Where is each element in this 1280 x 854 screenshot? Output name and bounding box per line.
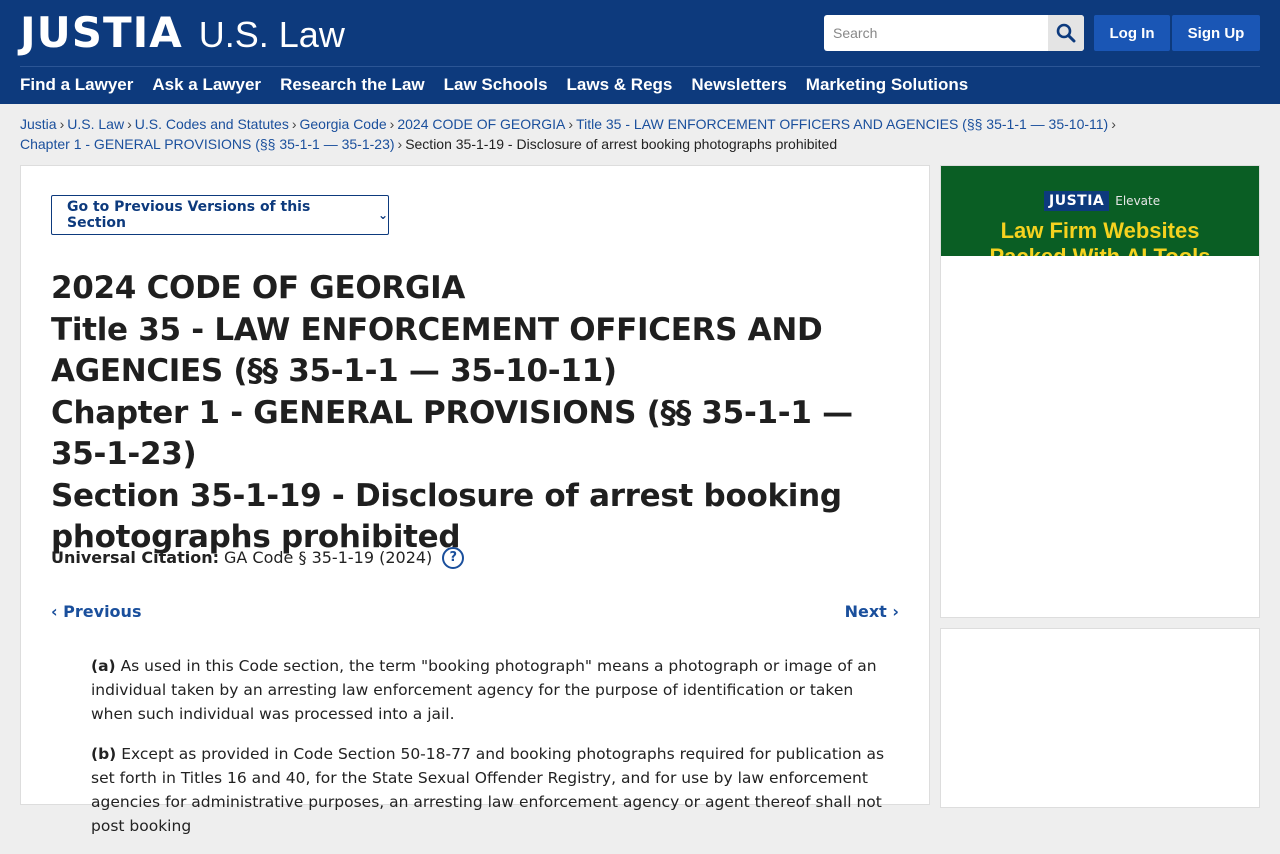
breadcrumb-separator: › <box>127 116 132 132</box>
chevron-right-icon: › <box>892 602 899 621</box>
breadcrumb-link[interactable]: Georgia Code <box>300 116 387 132</box>
help-icon[interactable]: ? <box>442 547 465 569</box>
breadcrumb-separator: › <box>389 116 395 132</box>
breadcrumb-separator: › <box>568 116 574 132</box>
nav-research-the-law[interactable]: Research the Law <box>280 75 425 95</box>
ad-banner[interactable]: JUSTIA Elevate Law Firm Websites Packed … <box>941 166 1259 256</box>
search-box <box>824 15 1084 51</box>
ad-brand-sub: Elevate <box>1115 194 1161 208</box>
ad-subheadline: Packed With AI Tools <box>941 244 1259 256</box>
nav-law-schools[interactable]: Law Schools <box>444 75 548 95</box>
previous-versions-label: Go to Previous Versions of this Section <box>67 199 311 231</box>
search-input[interactable] <box>824 15 1048 51</box>
title-chapter: Chapter 1 - GENERAL PROVISIONS (§§ 35-1-… <box>51 394 853 473</box>
paragraph-label: (b) <box>91 745 117 763</box>
citation-label: Universal Citation: <box>51 548 219 567</box>
chevron-down-icon: ⌄ <box>377 208 388 222</box>
title-code-year: 2024 CODE OF GEORGIA <box>51 270 466 306</box>
citation-value: GA Code § 35-1-19 (2024) <box>224 548 433 567</box>
search-icon <box>1056 23 1076 43</box>
nav-newsletters[interactable]: Newsletters <box>691 75 786 95</box>
login-button[interactable]: Log In <box>1094 15 1170 51</box>
previous-label: Previous <box>63 602 142 621</box>
nav-marketing-solutions[interactable]: Marketing Solutions <box>806 75 968 95</box>
statute-text: (a) As used in this Code section, the te… <box>91 654 891 854</box>
nav-laws-regs[interactable]: Laws & Regs <box>567 75 673 95</box>
main-content-card: Go to Previous Versions of this Section … <box>20 165 930 835</box>
previous-link[interactable]: ‹ Previous <box>51 602 141 621</box>
search-button[interactable] <box>1048 15 1084 51</box>
breadcrumb-separator: › <box>397 136 403 152</box>
statute-paragraph: (a) As used in this Code section, the te… <box>91 654 891 726</box>
breadcrumb-link[interactable]: Chapter 1 - GENERAL PROVISIONS (§§ 35-1-… <box>20 136 395 152</box>
breadcrumb-separator: › <box>291 116 297 132</box>
paragraph-text: As used in this Code section, the term "… <box>91 657 877 723</box>
breadcrumb-separator: › <box>59 116 65 132</box>
logo-subtitle: U.S. Law <box>198 14 345 55</box>
sidebar-ad: JUSTIA Elevate Law Firm Websites Packed … <box>940 165 1260 618</box>
ad-brand-logo: JUSTIA <box>1044 191 1110 211</box>
previous-versions-button[interactable]: Go to Previous Versions of this Section … <box>51 195 389 235</box>
header-divider <box>20 66 1260 67</box>
breadcrumb-link[interactable]: Title 35 - LAW ENFORCEMENT OFFICERS AND … <box>576 116 1108 132</box>
breadcrumb-link[interactable]: U.S. Law <box>67 116 124 132</box>
breadcrumb-link[interactable]: U.S. Codes and Statutes <box>135 116 289 132</box>
breadcrumb-current: Section 35-1-19 - Disclosure of arrest b… <box>405 136 838 152</box>
breadcrumb-separator: › <box>1111 116 1116 132</box>
next-link[interactable]: Next › <box>845 602 899 621</box>
page-title: 2024 CODE OF GEORGIA Title 35 - LAW ENFO… <box>51 268 911 559</box>
signup-button[interactable]: Sign Up <box>1172 15 1260 51</box>
nav-ask-a-lawyer[interactable]: Ask a Lawyer <box>152 75 261 95</box>
main-nav: Find a Lawyer Ask a Lawyer Research the … <box>20 75 987 95</box>
paragraph-text: Except as provided in Code Section 50-18… <box>91 745 885 835</box>
logo-text: JUSTIA <box>20 8 183 57</box>
statute-paragraph: (b) Except as provided in Code Section 5… <box>91 742 891 838</box>
ad-headline: Law Firm Websites <box>1000 218 1200 243</box>
paragraph-label: (a) <box>91 657 116 675</box>
breadcrumb: Justia › U.S. Law › U.S. Codes and Statutes ›… <box>20 114 1260 154</box>
justia-logo[interactable]: JUSTIA U.S. Law <box>20 8 345 57</box>
next-label: Next <box>844 602 887 621</box>
chevron-left-icon: ‹ <box>51 602 58 621</box>
sidebar-ad-secondary <box>940 628 1260 808</box>
universal-citation: Universal Citation: GA Code § 35-1-19 (2… <box>51 547 465 569</box>
ad-brand: JUSTIA Elevate <box>1044 191 1160 211</box>
nav-find-a-lawyer[interactable]: Find a Lawyer <box>20 75 133 95</box>
breadcrumb-link[interactable]: Justia <box>20 116 57 132</box>
site-header: JUSTIA U.S. Law Log In Sign Up Find a La… <box>0 0 1280 104</box>
title-title: Title 35 - LAW ENFORCEMENT OFFICERS AND … <box>51 311 823 390</box>
breadcrumb-link[interactable]: 2024 CODE OF GEORGIA <box>397 116 565 132</box>
